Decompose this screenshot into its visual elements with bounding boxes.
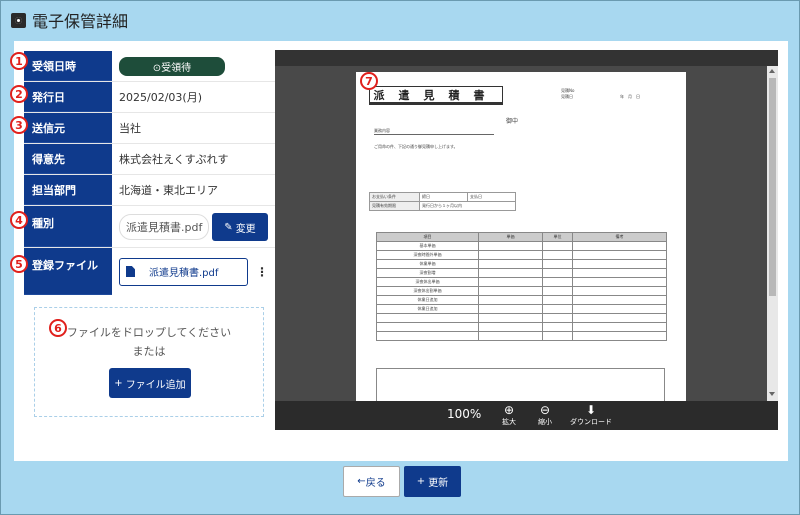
update-button[interactable]: + 更新 <box>404 466 461 497</box>
file-dropzone[interactable]: ファイルをドロップしてください または + ファイル追加 <box>34 307 264 417</box>
viewer-toolbar-top <box>275 50 778 66</box>
zoom-in-label: 拡大 <box>502 418 516 426</box>
marker-badge: 4 <box>10 211 28 229</box>
type-file-chip: 派遣見積書.pdf <box>119 213 210 240</box>
sender-value: 当社 <box>119 122 141 135</box>
zoom-out-button[interactable]: ⊖ 縮小 <box>538 403 552 427</box>
field-label: 受領日時 <box>24 51 112 81</box>
row-client: 得意先 株式会社えくすぷれす <box>24 144 276 175</box>
download-button[interactable]: ⬇ ダウンロード <box>570 403 612 427</box>
zoom-out-icon: ⊖ <box>539 403 551 417</box>
doc-cell: 見積有効期限 <box>369 201 420 211</box>
registered-file-name: 派遣見積書.pdf <box>149 268 219 279</box>
title-bar: 電子保管詳細 <box>11 8 128 32</box>
doc-col-header: 備考 <box>572 232 667 242</box>
row-sender: 送信元 当社 <box>24 113 276 144</box>
field-label: 送信元 <box>24 113 112 143</box>
back-button[interactable]: ← 戻る <box>343 466 400 497</box>
doc-recipient: 御中 <box>506 118 519 125</box>
marker-badge: 3 <box>10 116 28 134</box>
dropzone-or: または <box>132 345 166 358</box>
field-label: 得意先 <box>24 144 112 174</box>
plus-icon: + <box>114 377 123 389</box>
plus-icon: + <box>416 476 426 487</box>
doc-row-label: 深夜休出割単価 <box>376 286 479 296</box>
update-button-label: 更新 <box>428 478 449 489</box>
doc-underline <box>374 134 494 135</box>
marker-badge: 5 <box>10 255 28 273</box>
row-type: 種別 派遣見積書.pdf ✎ 変更 <box>24 206 276 248</box>
doc-date: 年 月 日 <box>620 94 640 99</box>
doc-col-header: 単価 <box>478 232 543 242</box>
scroll-down-icon[interactable] <box>769 392 775 396</box>
field-label: 担当部門 <box>24 175 112 205</box>
archive-icon <box>11 12 26 28</box>
client-value: 株式会社えくすぷれす <box>119 153 229 166</box>
arrow-left-icon: ← <box>357 476 366 487</box>
department-value: 北海道・東北エリア <box>119 184 218 197</box>
scroll-up-icon[interactable] <box>769 69 775 73</box>
marker-badge: 7 <box>360 72 378 90</box>
field-label: 発行日 <box>24 82 112 112</box>
viewer-toolbar: 100% ⊕ 拡大 ⊖ 縮小 ⬇ ダウンロード <box>275 401 778 430</box>
edit-icon: ✎ <box>224 221 233 233</box>
zoom-level: 100% <box>447 407 482 421</box>
more-options-icon[interactable]: ⋮ <box>256 265 268 279</box>
zoom-in-button[interactable]: ⊕ 拡大 <box>502 403 516 427</box>
change-button-label: 変更 <box>235 223 256 235</box>
marker-badge: 6 <box>49 319 67 337</box>
add-file-button[interactable]: + ファイル追加 <box>109 368 191 398</box>
doc-row-label: 深夜割増 <box>376 268 479 278</box>
doc-title: 派遣見積書 <box>369 86 503 105</box>
pdf-viewer: 派遣見積書 見積No 見積日 年 月 日 御中 業務内容 ご用命の件、下記の通り… <box>275 50 778 430</box>
status-badge: ⊙受領待 <box>119 56 225 76</box>
doc-col-header: 項目 <box>376 232 479 242</box>
doc-row-label: 深夜休出単価 <box>376 277 479 287</box>
document-scrollbar[interactable] <box>767 66 778 401</box>
row-department: 担当部門 北海道・東北エリア <box>24 175 276 206</box>
scroll-thumb[interactable] <box>769 78 776 296</box>
field-label: 種別 <box>24 206 112 247</box>
zoom-in-icon: ⊕ <box>503 403 515 417</box>
row-file: 登録ファイル 派遣見積書.pdf ⋮ <box>24 248 276 295</box>
download-label: ダウンロード <box>570 418 612 426</box>
doc-conditions-table: お支払い条件 締日 支払日 見積有効期限 発行日から１ヶ月以内 <box>369 192 516 211</box>
doc-col-header: 単位 <box>542 232 573 242</box>
detail-panel: 1 2 3 4 5 6 7 受領日時 ⊙受領待 発行日 2025/02/03(月… <box>10 41 788 461</box>
marker-badge: 1 <box>10 52 28 70</box>
document-icon <box>126 266 135 277</box>
footer-actions: ← 戻る + 更新 <box>343 466 461 497</box>
doc-greeting: ご用命の件、下記の通り御見積申し上げます。 <box>374 144 458 149</box>
doc-row-label: 休業単価 <box>376 259 479 269</box>
document-area[interactable]: 派遣見積書 見積No 見積日 年 月 日 御中 業務内容 ご用命の件、下記の通り… <box>275 66 767 401</box>
row-issue-date: 発行日 2025/02/03(月) <box>24 82 276 113</box>
field-label: 登録ファイル <box>24 248 112 295</box>
doc-row-label: 休業日追加 <box>376 304 479 314</box>
doc-notes-box <box>376 368 665 401</box>
dropzone-instruction: ファイルをドロップしてください <box>66 326 232 339</box>
doc-row-label: 深夜時間外単価 <box>376 250 479 260</box>
back-button-label: 戻る <box>365 478 386 489</box>
download-icon: ⬇ <box>585 403 597 417</box>
add-file-label: ファイル追加 <box>125 379 186 391</box>
doc-meta: 見積日 <box>561 94 573 99</box>
change-button[interactable]: ✎ 変更 <box>212 213 268 241</box>
doc-cell: 発行日から１ヶ月以内 <box>419 201 516 211</box>
doc-cell: お支払い条件 <box>369 192 420 202</box>
page-title: 電子保管詳細 <box>32 12 129 31</box>
doc-cell: 締日 <box>419 192 468 202</box>
zoom-out-label: 縮小 <box>538 418 552 426</box>
doc-cell: 支払日 <box>467 192 516 202</box>
registered-file-button[interactable]: 派遣見積書.pdf <box>119 257 248 286</box>
doc-row-label: 基本単価 <box>376 241 479 251</box>
doc-items-table: 項目 単価 単位 備考 基本単価 深夜時間外単価 休業単価 深夜割増 深夜休出単… <box>376 232 667 341</box>
doc-row-label: 休業日追加 <box>376 295 479 305</box>
row-received-date: 受領日時 ⊙受領待 <box>24 51 276 82</box>
marker-badge: 2 <box>10 85 28 103</box>
document-page: 派遣見積書 見積No 見積日 年 月 日 御中 業務内容 ご用命の件、下記の通り… <box>356 72 686 401</box>
issue-date-value: 2025/02/03(月) <box>119 91 202 104</box>
info-form: 受領日時 ⊙受領待 発行日 2025/02/03(月) 送信元 当社 得意先 株… <box>24 51 276 295</box>
